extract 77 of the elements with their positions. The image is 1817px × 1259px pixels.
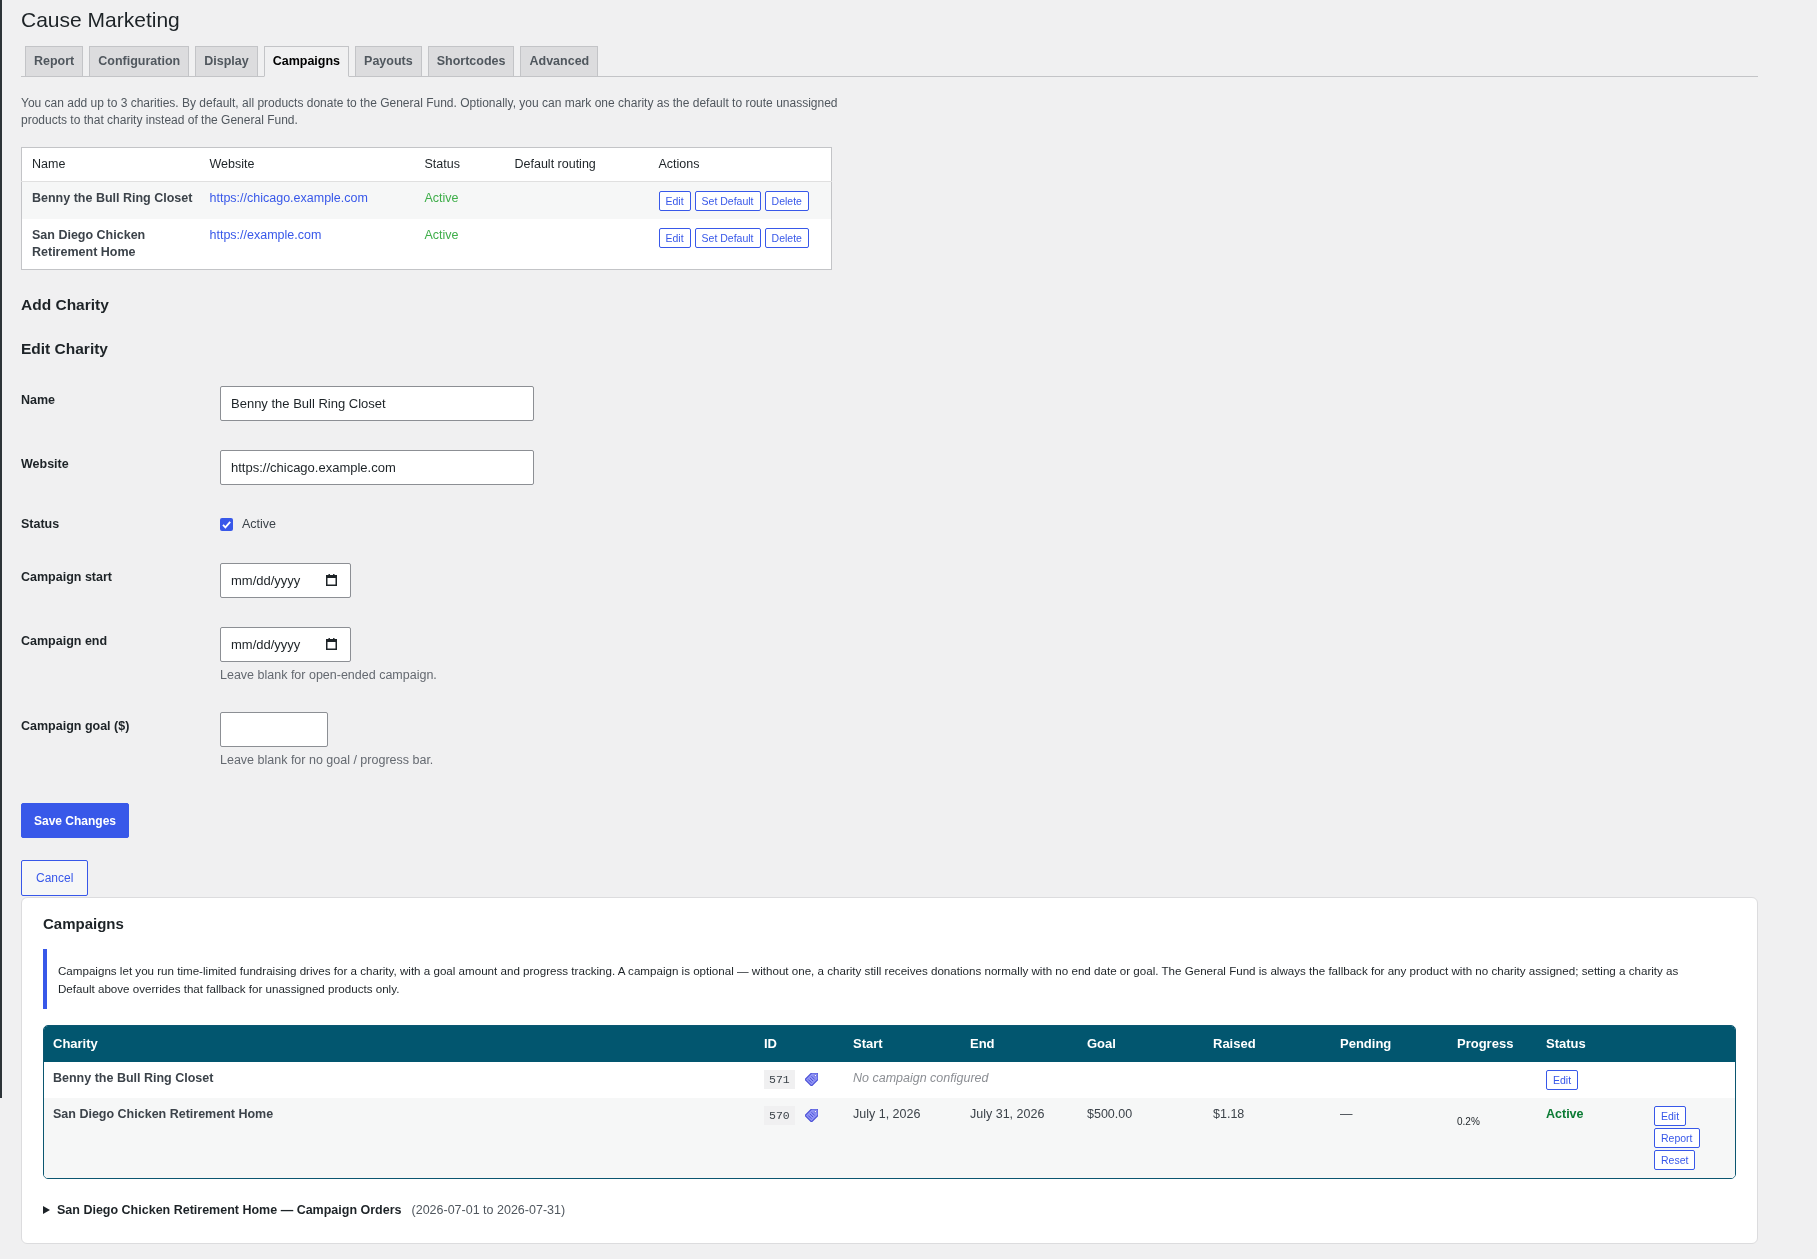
action-button[interactable]: Edit [1546, 1070, 1579, 1090]
column-header: Status [1546, 1036, 1586, 1051]
column-header: Actions [658, 157, 700, 171]
goal-amount: $500.00 [1087, 1107, 1133, 1121]
number-field[interactable] [220, 712, 328, 747]
page-title: Cause Marketing [21, 7, 181, 33]
tag-icon [804, 1073, 818, 1086]
tab[interactable]: Campaigns [263, 46, 350, 77]
field-label: Campaign goal ($) [21, 718, 131, 735]
column-header: Raised [1213, 1036, 1256, 1051]
column-header: Status [424, 157, 460, 171]
text-field[interactable]: https://chicago.example.com [220, 450, 534, 485]
action-button[interactable]: Reset [1654, 1150, 1696, 1170]
column-header: Name [32, 157, 66, 171]
tab[interactable]: Shortcodes [427, 46, 515, 77]
help-text: Leave blank for no goal / progress bar. [220, 752, 434, 768]
action-button[interactable]: Set Default [694, 228, 761, 248]
end-date: July 31, 2026 [970, 1107, 1045, 1121]
section-heading: Edit Charity [21, 339, 109, 359]
id-code: 571 [764, 1070, 795, 1089]
disclosure-triangle-icon[interactable] [43, 1206, 50, 1214]
pending-amount: — [1340, 1107, 1353, 1121]
column-header: Charity [53, 1036, 98, 1051]
column-header: Progress [1457, 1036, 1514, 1051]
empty-note: No campaign configured [853, 1071, 989, 1085]
field-label: Campaign end [21, 633, 109, 650]
raised-amount: $1.18 [1213, 1107, 1245, 1121]
field-label: Status [21, 516, 61, 533]
save-button[interactable]: Save Changes [21, 803, 130, 838]
charity-name: San Diego Chicken Retirement Home [53, 1107, 274, 1121]
column-header: ID [764, 1036, 777, 1051]
text-field[interactable]: Benny the Bull Ring Closet [220, 386, 534, 421]
charity-name: Benny the Bull Ring Closet [32, 191, 193, 205]
status-text: Active [1546, 1107, 1584, 1121]
help-text: Leave blank for open-ended campaign. [220, 667, 437, 683]
tab[interactable]: Configuration [89, 46, 190, 77]
cancel-button[interactable]: Cancel [21, 860, 89, 896]
column-header: End [970, 1036, 995, 1051]
calendar-icon[interactable] [326, 574, 337, 586]
charity-name: San Diego Chicken Retirement Home [32, 228, 146, 259]
panel-title: Campaigns [43, 914, 125, 934]
date-range-text: (2026-07-01 to 2026-07-31) [411, 1202, 566, 1219]
website-link[interactable]: https://example.com [209, 228, 322, 242]
action-button[interactable]: Delete [764, 191, 809, 211]
action-button[interactable]: Delete [764, 228, 809, 248]
action-button[interactable]: Set Default [694, 191, 761, 211]
calendar-icon[interactable] [326, 638, 337, 650]
checkbox-label: Active [242, 517, 277, 531]
status-text: Active [424, 228, 459, 242]
action-button[interactable]: Edit [658, 191, 691, 211]
column-header: Start [853, 1036, 883, 1051]
column-header: Default routing [514, 157, 596, 171]
field-label: Campaign start [21, 569, 113, 586]
column-header: Pending [1340, 1036, 1392, 1051]
action-button[interactable]: Report [1654, 1128, 1700, 1148]
charity-name: Benny the Bull Ring Closet [53, 1071, 214, 1085]
tag-icon [804, 1109, 818, 1122]
tab[interactable]: Display [195, 46, 258, 77]
checkbox[interactable] [220, 517, 233, 531]
start-date: July 1, 2026 [853, 1107, 921, 1121]
field-label: Name [21, 392, 57, 409]
status-text: Active [424, 191, 459, 205]
tab[interactable]: Report [25, 46, 84, 77]
date-field[interactable]: mm/dd/yyyy [220, 563, 351, 598]
field-label: Website [21, 456, 70, 473]
tab[interactable]: Advanced [520, 46, 599, 77]
intro-text: You can add up to 3 charities. By default, all products donate to the General Fund. Optionally, you can mark one charity as the default to route unassigned products to that charity instead of the General Fund. [21, 95, 839, 129]
id-code: 570 [764, 1106, 795, 1125]
section-heading: Add Charity [21, 295, 110, 315]
date-field[interactable]: mm/dd/yyyy [220, 627, 351, 662]
action-button[interactable]: Edit [1654, 1106, 1687, 1126]
orders-summary[interactable]: San Diego Chicken Retirement Home — Campaign Orders [57, 1201, 402, 1219]
column-header: Website [209, 157, 255, 171]
column-header: Goal [1087, 1036, 1116, 1051]
tab[interactable]: Payouts [355, 46, 422, 77]
action-button[interactable]: Edit [658, 228, 691, 248]
progress-text: 0.2% [1457, 1116, 1480, 1128]
